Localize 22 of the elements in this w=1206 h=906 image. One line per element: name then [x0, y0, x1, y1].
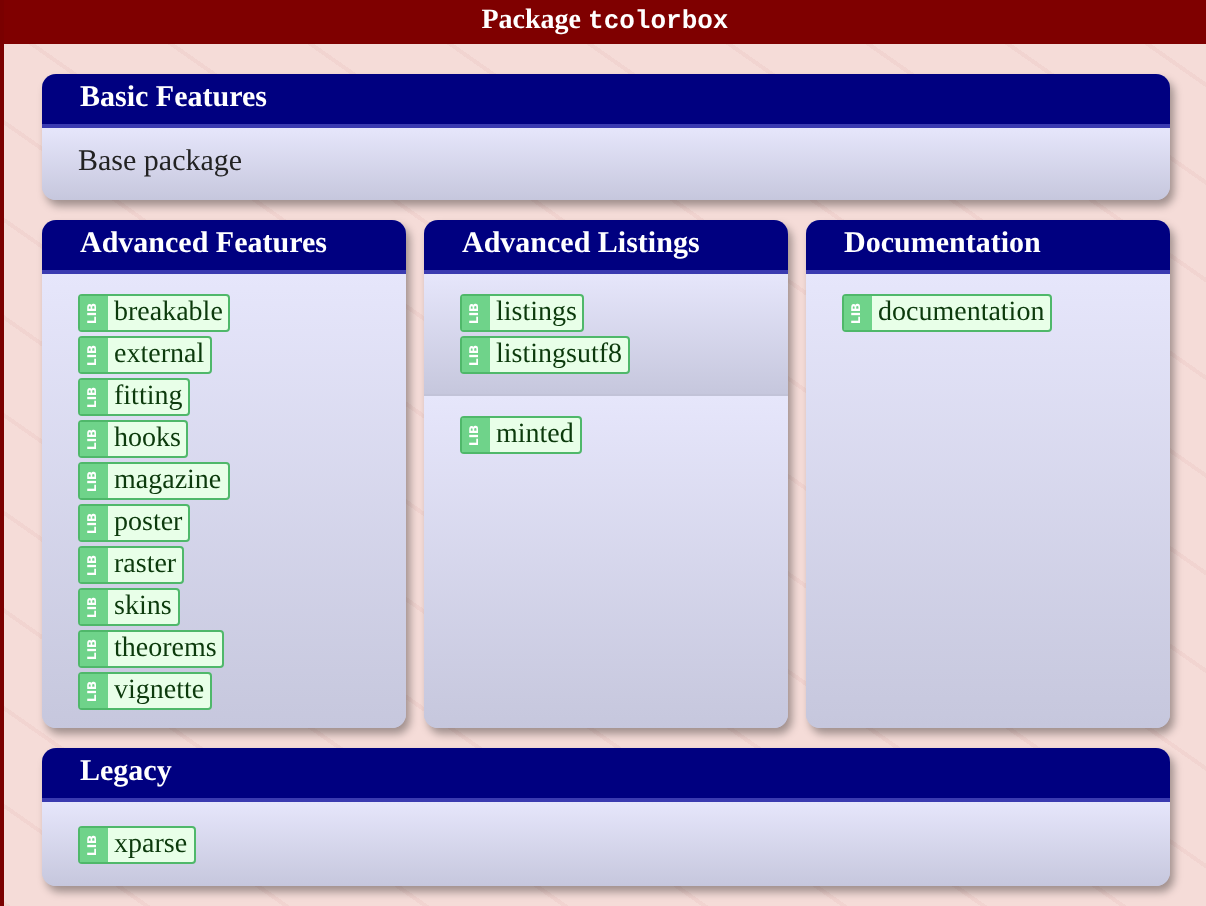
box-title: Documentation [844, 228, 1041, 262]
box-title: Advanced Features [80, 228, 327, 262]
library-name: listingsutf8 [494, 338, 625, 372]
library-name: theorems [112, 632, 219, 666]
library-name: minted [494, 418, 576, 452]
library-name: listings [494, 296, 579, 330]
library-name: magazine [112, 464, 224, 498]
box-title: Basic Features [80, 82, 267, 116]
window-title: Package tcolorbox [481, 6, 729, 38]
library-name: breakable [112, 296, 225, 330]
library-name: skins [112, 590, 174, 624]
library-name: external [112, 338, 207, 372]
box-title: Advanced Listings [462, 228, 700, 262]
body-text: Base package [78, 145, 243, 179]
box-title: Legacy [80, 756, 172, 790]
library-name: hooks [112, 422, 183, 456]
library-name: xparse [112, 828, 190, 862]
library-name: vignette [112, 674, 207, 708]
library-name: raster [112, 548, 179, 582]
library-name: fitting [112, 380, 185, 414]
library-name: documentation [876, 296, 1047, 330]
library-name: poster [112, 506, 185, 540]
